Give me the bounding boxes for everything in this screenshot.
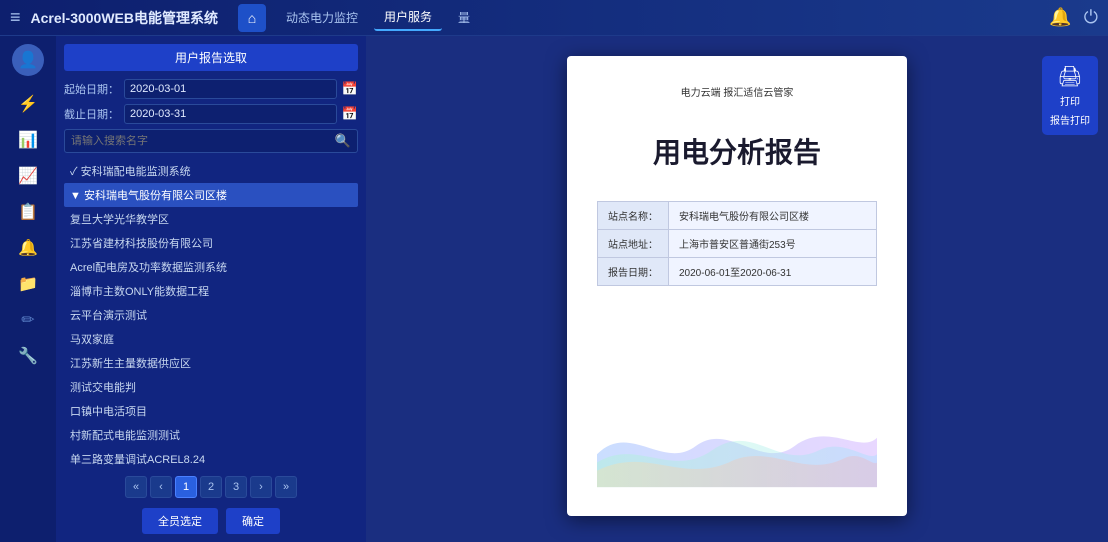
list-item[interactable]: 江苏省建材科技股份有限公司 <box>64 231 358 255</box>
table-value-0: 安科瑞电气股份有限公司区楼 <box>669 202 877 230</box>
start-date-input[interactable] <box>124 79 337 99</box>
report-header-small: 电力云端 报汇适信云管家 <box>681 86 794 101</box>
table-label-1: 站点地址： <box>598 230 669 258</box>
end-date-label: 截止日期： <box>64 106 119 122</box>
list-item[interactable]: 复旦大学光华教学区 <box>64 207 358 231</box>
menu-icon[interactable]: ≡ <box>10 7 21 28</box>
sidebar-icon-0[interactable]: ⚡ <box>10 88 46 120</box>
panel-area: 用户报告选取 起始日期： 📅 截止日期： 📅 🔍 ✓ 安科瑞配电能监测系统▼ 安… <box>56 36 366 542</box>
table-row: 站点名称： 安科瑞电气股份有限公司区楼 <box>598 202 877 230</box>
list-item[interactable]: 江苏新生主量数据供应区 <box>64 351 358 375</box>
sidebar-icon-5[interactable]: 📁 <box>10 268 46 300</box>
page-prev-button[interactable]: ‹ <box>150 476 172 498</box>
print-icon: 🖨 <box>1057 64 1082 89</box>
sidebar-icon-3[interactable]: 📋 <box>10 196 46 228</box>
search-icon[interactable]: 🔍 <box>335 133 351 149</box>
nav-item-1[interactable]: 用户服务 <box>374 4 442 31</box>
home-button[interactable]: ⌂ <box>238 4 266 32</box>
list-item[interactable]: Acrel配电房及功率数据监测系统 <box>64 255 358 279</box>
confirm-button[interactable]: 确定 <box>226 508 280 534</box>
table-row: 报告日期： 2020-06-01至2020-06-31 <box>598 258 877 286</box>
sidebar-icon-1[interactable]: 📊 <box>10 124 46 156</box>
start-date-row: 起始日期： 📅 <box>64 79 358 99</box>
list-item[interactable]: 马双家庭 <box>64 327 358 351</box>
action-row: 全员选定 确定 <box>64 508 358 534</box>
header-right: 🔔 ⏻ <box>1049 7 1098 28</box>
avatar[interactable]: 👤 <box>12 44 44 76</box>
list-item[interactable]: 淄博市主数ONLY能数据工程 <box>64 279 358 303</box>
table-value-2: 2020-06-01至2020-06-31 <box>669 258 877 286</box>
nav-item-2[interactable]: 量 <box>448 5 480 30</box>
list-item[interactable]: 单三路变量调试ACREL8.24 <box>64 447 358 466</box>
page-first-button[interactable]: « <box>125 476 147 498</box>
sidebar-icon-4[interactable]: 🔔 <box>10 232 46 264</box>
page-next-button[interactable]: › <box>250 476 272 498</box>
sidebar-icon-7[interactable]: 🔧 <box>10 340 46 372</box>
sidebar-icon-6[interactable]: ✏ <box>10 304 46 336</box>
print-sub-label: 报告打印 <box>1050 112 1090 127</box>
search-row: 🔍 <box>64 129 358 153</box>
page-last-button[interactable]: » <box>275 476 297 498</box>
pagination-row: « ‹ 1 2 3 › » <box>64 472 358 502</box>
print-label: 打印 <box>1060 93 1080 108</box>
list-item[interactable]: 口镇中电活项目 <box>64 399 358 423</box>
table-label-0: 站点名称： <box>598 202 669 230</box>
list-item[interactable]: ✓ 安科瑞配电能监测系统 <box>64 159 358 183</box>
top-nav: 动态电力监控 用户服务 量 <box>276 4 480 31</box>
list-item[interactable]: 云平台演示测试 <box>64 303 358 327</box>
report-title-main: 用电分析报告 <box>653 131 821 171</box>
panel-title: 用户报告选取 <box>64 44 358 71</box>
list-item[interactable]: 村新配式电能监测测试 <box>64 423 358 447</box>
report-info-table: 站点名称： 安科瑞电气股份有限公司区楼 站点地址： 上海市普安区普通街253号 … <box>597 201 877 286</box>
table-label-2: 报告日期： <box>598 258 669 286</box>
content-area: 电力云端 报汇适信云管家 用电分析报告 站点名称： 安科瑞电气股份有限公司区楼 … <box>366 36 1108 542</box>
list-area: ✓ 安科瑞配电能监测系统▼ 安科瑞电气股份有限公司区楼 复旦大学光华教学区 江苏… <box>64 159 358 466</box>
table-value-1: 上海市普安区普通街253号 <box>669 230 877 258</box>
wave-decoration <box>597 396 877 496</box>
top-header: ≡ Acrel-3000WEB电能管理系统 ⌂ 动态电力监控 用户服务 量 🔔 … <box>0 0 1108 36</box>
start-date-label: 起始日期： <box>64 81 119 97</box>
app-title: Acrel-3000WEB电能管理系统 <box>31 8 219 28</box>
page-1-button[interactable]: 1 <box>175 476 197 498</box>
select-all-button[interactable]: 全员选定 <box>142 508 218 534</box>
print-panel[interactable]: 🖨 打印 报告打印 <box>1042 56 1098 135</box>
table-row: 站点地址： 上海市普安区普通街253号 <box>598 230 877 258</box>
end-date-row: 截止日期： 📅 <box>64 104 358 124</box>
report-card: 电力云端 报汇适信云管家 用电分析报告 站点名称： 安科瑞电气股份有限公司区楼 … <box>567 56 907 516</box>
main-area: 👤 ⚡ 📊 📈 📋 🔔 📁 ✏ 🔧 用户报告选取 起始日期： 📅 截止日期： 📅… <box>0 36 1108 542</box>
start-date-calendar-icon[interactable]: 📅 <box>342 81 358 97</box>
sidebar-icon-2[interactable]: 📈 <box>10 160 46 192</box>
nav-item-0[interactable]: 动态电力监控 <box>276 5 368 30</box>
end-date-input[interactable] <box>124 104 337 124</box>
end-date-calendar-icon[interactable]: 📅 <box>342 106 358 122</box>
power-icon[interactable]: ⏻ <box>1084 7 1098 28</box>
page-2-button[interactable]: 2 <box>200 476 222 498</box>
page-3-button[interactable]: 3 <box>225 476 247 498</box>
search-input[interactable] <box>71 135 335 147</box>
alarm-icon[interactable]: 🔔 <box>1049 7 1071 28</box>
list-item[interactable]: ▼ 安科瑞电气股份有限公司区楼 <box>64 183 358 207</box>
list-item[interactable]: 测试交电能判 <box>64 375 358 399</box>
left-sidebar: 👤 ⚡ 📊 📈 📋 🔔 📁 ✏ 🔧 <box>0 36 56 542</box>
